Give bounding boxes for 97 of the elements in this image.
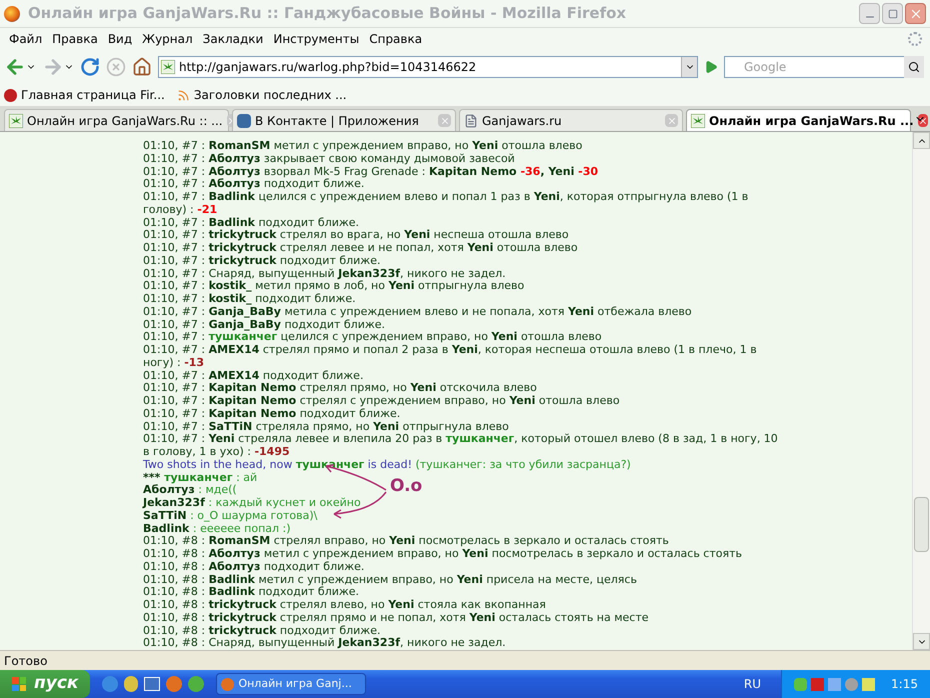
log-line: SaTTiN : о_О шаурма готова)\ bbox=[143, 510, 318, 522]
vk-icon bbox=[237, 114, 251, 128]
menu-item[interactable]: Журнал bbox=[137, 30, 198, 48]
log-line: 01:10, #7 : Yeni стреляла левее и влепила 20 раз в тушканчег, который отошел влево (8 в зад, 1 в ногу, 10 в голову, 1 в ухо) : -1495 bbox=[143, 433, 779, 459]
page-icon bbox=[464, 114, 478, 128]
tray-icon[interactable] bbox=[862, 678, 876, 690]
home-button[interactable] bbox=[132, 57, 152, 77]
tray-icon[interactable] bbox=[794, 678, 808, 690]
desktop-launch-icon[interactable] bbox=[144, 677, 160, 691]
site-icon bbox=[161, 60, 175, 74]
figure-launch-icon[interactable] bbox=[124, 676, 138, 692]
log-line: 01:10, #7 : Badlink целился с упреждением влево и попал 1 раз в Yeni, которая отпрыгнула влево (1 в голову) : -21 bbox=[143, 191, 750, 216]
window-title: Онлайн игра GanjaWars.Ru :: Ганджубасовые Войны - Mozilla Firefox bbox=[28, 3, 626, 24]
stop-button[interactable] bbox=[106, 57, 126, 77]
tray-icon[interactable] bbox=[845, 678, 858, 690]
start-button[interactable]: пуск bbox=[0, 670, 90, 698]
log-line: 01:10, #7 : Аболтуз подходит ближе. bbox=[143, 178, 364, 191]
search-field[interactable]: Google bbox=[744, 56, 904, 78]
log-line: 01:10, #8 : Badlink подходит ближе. bbox=[143, 586, 360, 599]
maximize-icon bbox=[888, 8, 898, 18]
log-line: Badlink : ееееее попал :) bbox=[143, 522, 291, 536]
clock: 1:15 bbox=[891, 676, 918, 693]
bookmark-item[interactable]: Главная страница Fir... bbox=[4, 86, 165, 104]
log-line: 01:10, #8 : Снаряд, выпущенный Jekan323f, никого не задел. bbox=[143, 637, 506, 650]
taskbar-button[interactable]: Онлайн игра Ganj... bbox=[216, 673, 366, 695]
reload-button[interactable] bbox=[80, 57, 100, 77]
throbber-icon bbox=[908, 32, 922, 46]
log-line: 01:10, #8 : RomanSM стрелял вправо, но Yeni посмотрелась в зеркало и осталась стоять bbox=[143, 535, 669, 548]
menu-item[interactable]: Вид bbox=[102, 30, 138, 48]
log-line: 01:10, #7 : RomanSM метил с упреждением вправо, но Yeni отошла влево bbox=[143, 140, 582, 153]
log-line: 01:10, #7 : trickytruck подходит ближе. bbox=[143, 254, 380, 268]
annotation-text: O.o bbox=[390, 480, 422, 493]
google-icon[interactable] bbox=[724, 56, 744, 78]
menu-item[interactable]: Правка bbox=[47, 30, 103, 48]
log-line: 01:10, #7 : kostik_ метил прямо в лоб, но Yeni отпрыгнула влево bbox=[143, 280, 524, 293]
minimize-button[interactable] bbox=[859, 3, 880, 24]
feed-icon bbox=[176, 88, 190, 102]
log-line: 01:10, #8 : trickytruck подходит ближе. bbox=[143, 624, 380, 638]
log-line: 01:10, #7 : Kapitan Nemo стрелял с упреждением вправо, но Yeni отошла влево bbox=[143, 395, 620, 408]
bookmark-item[interactable]: Заголовки последних ... bbox=[176, 86, 347, 104]
forward-button[interactable] bbox=[42, 56, 74, 78]
log-line: 01:10, #8 : Badlink метил с упреждением вправо, но Yeni присела на месте, целясь bbox=[143, 574, 637, 586]
log-line: 01:10, #7 : Ganja_BaBy метила с упреждением влево и не попала, хотя Yeni отбежала влево bbox=[143, 306, 692, 318]
scroll-thumb[interactable] bbox=[914, 497, 929, 552]
language-indicator[interactable]: RU bbox=[744, 675, 762, 693]
log-line: Аболтуз : мде(( bbox=[143, 484, 237, 497]
browser-tab[interactable]: Ganjawars.ru bbox=[459, 109, 683, 131]
log-line: 01:10, #7 : Badlink подходит ближе. bbox=[143, 216, 360, 230]
search-icon bbox=[904, 56, 924, 78]
log-line: 01:10, #8 : Аболтуз подходит ближе. bbox=[143, 560, 364, 574]
close-button[interactable] bbox=[905, 3, 926, 24]
tray-icon[interactable] bbox=[828, 678, 842, 690]
log-line: 01:10, #7 : Аболтуз взорвал Mk-5 Frag Grenade : Kapitan Nemo -36, Yeni -30 bbox=[143, 166, 598, 178]
tab-close-icon bbox=[438, 114, 451, 127]
status-text: Готово bbox=[4, 652, 48, 670]
log-line: 01:10, #7 : Снаряд, выпущенный Jekan323f, никого не задел. bbox=[143, 268, 506, 280]
log-line: 01:10, #7 : Аболтуз закрывает свою команду дымовой завесой bbox=[143, 152, 515, 166]
log-line: 01:10, #7 : Ganja_BaBy подходит ближе. bbox=[143, 318, 386, 332]
scrollbar[interactable] bbox=[912, 132, 930, 650]
firefox-icon bbox=[221, 678, 234, 690]
bookmark-icon bbox=[4, 88, 17, 102]
address-field[interactable]: http://ganjawars.ru/warlog.php?bid=1043146622 bbox=[158, 56, 698, 78]
log-line: 01:10, #7 : тушканчег целился с упреждением вправо, но Yeni отошла влево bbox=[143, 331, 602, 344]
menu-item[interactable]: Файл bbox=[4, 30, 48, 48]
log-line: 01:10, #7 : trickytruck стрелял во врага, но Yeni неспеша отошла влево bbox=[143, 229, 569, 242]
log-line: 01:10, #7 : Kapitan Nemo подходит ближе. bbox=[143, 408, 400, 420]
menu-item[interactable]: Инструменты bbox=[268, 30, 364, 48]
leaf-icon bbox=[9, 114, 23, 128]
log-line: 01:10, #7 : SaTTiN стреляла прямо, но Yeni отпрыгнула влево bbox=[143, 420, 509, 434]
log-line: 01:10, #7 : Kapitan Nemo стрелял прямо, но Yeni отскочила влево bbox=[143, 382, 537, 395]
browser-tab[interactable]: Онлайн игра GanjaWars.Ru :: ... bbox=[4, 109, 229, 131]
tab-close-icon bbox=[918, 114, 928, 127]
log-line: 01:10, #8 : trickytruck стрелял прямо и не попал, хотя Yeni осталась стоять на месте bbox=[143, 612, 649, 624]
firefox-icon bbox=[4, 6, 20, 22]
menu-item[interactable]: Закладки bbox=[198, 30, 268, 48]
log-line: 01:10, #7 : AMEX14 стрелял прямо и попал 2 раза в Yeni, которая неспеша отошла влево (1 в плечо, 1 в ногу) : -13 bbox=[143, 344, 758, 370]
back-button[interactable] bbox=[4, 56, 36, 78]
tray-icon[interactable] bbox=[811, 678, 824, 690]
leaf-icon bbox=[691, 114, 705, 128]
log-line: Two shots in the head, now тушканчег is dead! (тушканчег: за что убили засранца?) bbox=[143, 458, 631, 472]
browser-launch-icon[interactable] bbox=[102, 676, 118, 692]
tab-close-icon bbox=[665, 114, 678, 127]
dropdown-icon bbox=[681, 57, 697, 77]
log-line: Jekan323f : каждый куснет и окейно bbox=[143, 497, 361, 510]
log-line: 01:10, #8 : trickytruck стрелял влево, но Yeni стояла как вкопанная bbox=[143, 599, 546, 612]
log-line: 01:10, #8 : Аболтуз метил с упреждением вправо, но Yeni посмотрелась в зеркало и осталась стоять bbox=[143, 548, 742, 561]
log-line: 01:10, #7 : trickytruck стрелял левее и не попал, хотя Yeni отошла влево bbox=[143, 242, 578, 255]
log-line: 01:10, #7 : kostik_ подходит ближе. bbox=[143, 293, 356, 306]
firefox-launch-icon[interactable] bbox=[166, 676, 182, 692]
go-button[interactable] bbox=[704, 60, 718, 74]
log-line: 01:10, #7 : AMEX14 подходит ближе. bbox=[143, 370, 364, 382]
maximize-button[interactable] bbox=[882, 3, 903, 24]
windows-logo-icon bbox=[12, 677, 26, 691]
menu-item[interactable]: Справка bbox=[364, 30, 428, 48]
torrent-launch-icon[interactable] bbox=[188, 676, 204, 692]
browser-tab[interactable]: В Контакте | Приложения bbox=[232, 109, 456, 131]
log-line: *** тушканчег : ай bbox=[143, 472, 258, 484]
